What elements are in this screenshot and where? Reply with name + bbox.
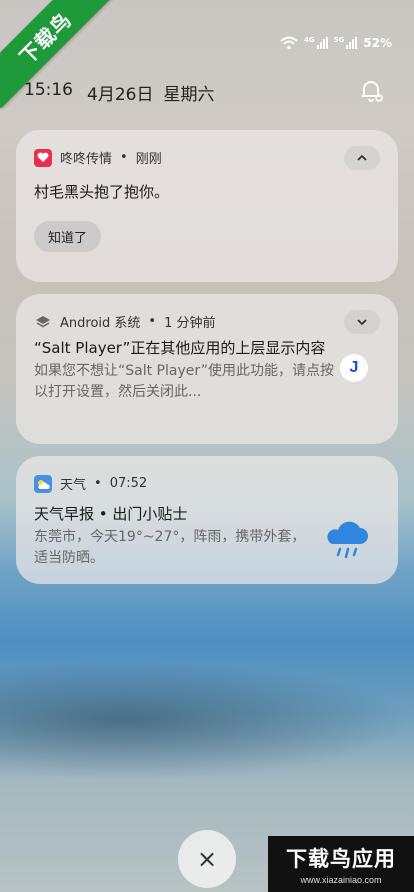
battery-percent: 52% — [363, 36, 392, 50]
signal-bars-icon — [346, 37, 358, 49]
app-name: Android 系统 — [60, 316, 141, 331]
signal-bars-icon — [316, 37, 328, 49]
salt-player-app-icon: J — [340, 354, 368, 382]
separator-dot: • — [120, 150, 128, 165]
notification-title: 村毛黑头抱了抱你。 — [34, 183, 170, 201]
notification-time: 1 分钟前 — [164, 316, 216, 331]
clock-time: 15:16 — [24, 80, 73, 100]
weekday-label: 星期六 — [163, 85, 215, 105]
rain-cloud-icon — [327, 521, 368, 559]
date-label: 4月26日 — [87, 85, 154, 105]
heart-icon — [34, 148, 52, 167]
background-haze — [0, 660, 414, 780]
wifi-icon — [280, 36, 298, 50]
clear-all-button[interactable]: × — [178, 830, 236, 888]
card-header: 咚咚传情 • 刚刚 — [34, 148, 380, 167]
expand-button[interactable] — [344, 310, 380, 334]
watermark-title: 下载鸟应用 — [286, 847, 396, 871]
notification-time: 07:52 — [109, 476, 148, 491]
collapse-button[interactable] — [344, 146, 380, 170]
close-icon: × — [196, 845, 218, 873]
notification-card-dongdong[interactable]: 咚咚传情 • 刚刚 村毛黑头抱了抱你。 知道了 — [16, 130, 398, 282]
notification-card-android[interactable]: Android 系统 • 1 分钟前 “Salt Player”正在其他应用的上… — [16, 294, 398, 444]
chevron-down-icon — [357, 319, 367, 326]
watermark-corner-text: 下载鸟 — [14, 7, 76, 69]
notification-settings-bell-icon[interactable] — [358, 78, 384, 104]
acknowledge-button[interactable]: 知道了 — [34, 221, 102, 252]
card-header: 天气 • 07:52 — [34, 474, 380, 493]
signal-4g: 4G — [304, 37, 328, 49]
card-header: Android 系统 • 1 分钟前 — [34, 312, 380, 331]
notification-card-weather[interactable]: 天气 • 07:52 天气早报 • 出门小贴士 东莞市，今天19°~27°，阵雨… — [16, 456, 398, 584]
watermark-url: www.xiazainiao.com — [300, 875, 382, 885]
signal-5g-label: 5G — [333, 36, 345, 44]
signal-5g: 5G — [334, 37, 358, 49]
notification-time: 刚刚 — [135, 152, 162, 167]
watermark-bottom: 下载鸟应用 www.xiazainiao.com — [268, 836, 414, 892]
signal-4g-label: 4G — [304, 36, 315, 44]
time-date-row: 15:16 4月26日 星期六 — [24, 80, 214, 105]
notification-body: 如果您不想让“Salt Player”使用此功能，请点按以打开设置，然后关闭此.… — [34, 363, 334, 400]
app-name: 天气 — [60, 478, 87, 493]
weather-icon — [34, 474, 52, 493]
separator-dot: • — [148, 314, 157, 329]
layers-icon — [34, 313, 52, 331]
status-bar: 4G 5G 52% — [280, 36, 392, 50]
notification-title: “Salt Player”正在其他应用的上层显示内容 — [34, 339, 326, 357]
chevron-up-icon — [357, 154, 367, 161]
notification-body: 东莞市，今天19°~27°，阵雨，携带外套，适当防晒。 — [34, 529, 306, 566]
separator-dot: • — [94, 476, 102, 491]
app-name: 咚咚传情 — [60, 152, 113, 167]
